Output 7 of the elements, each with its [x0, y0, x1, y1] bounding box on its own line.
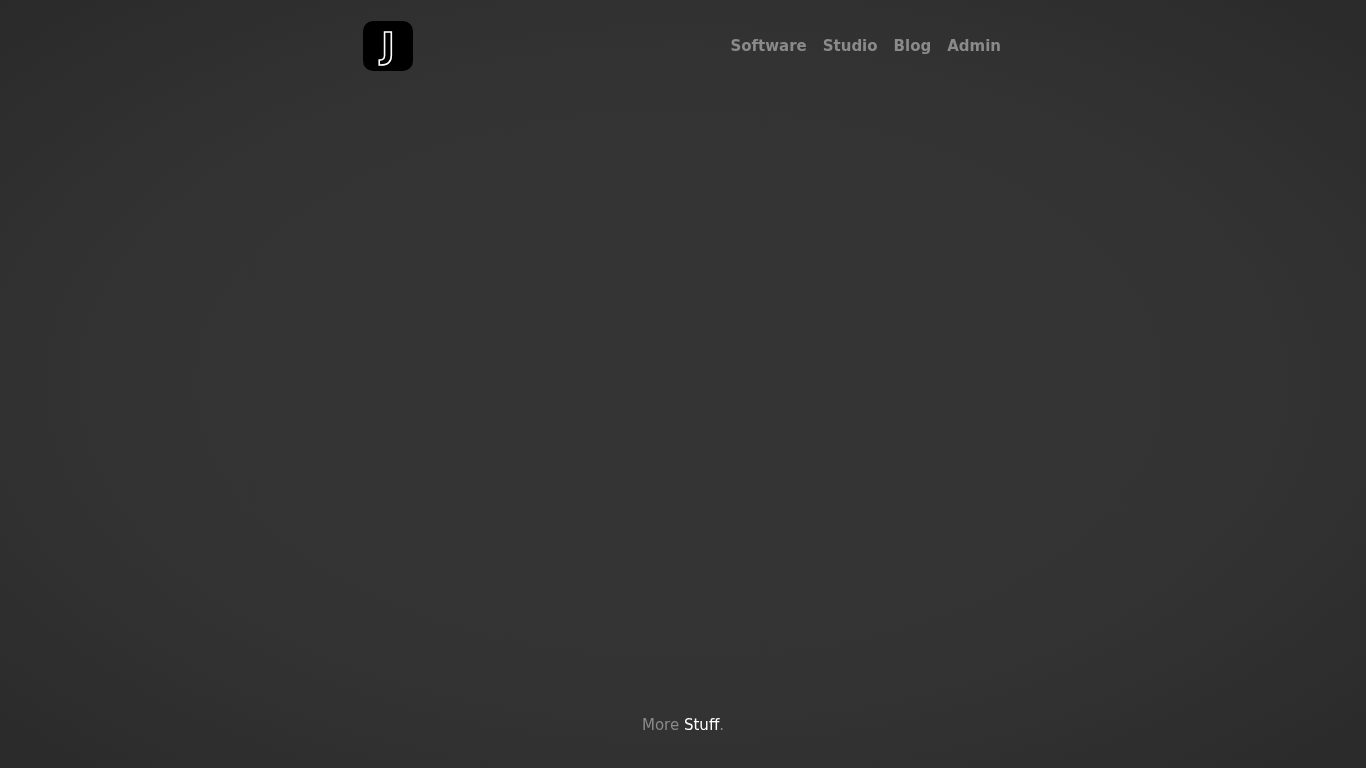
nav-link[interactable]: Studio: [822, 37, 878, 55]
logo[interactable]: J: [363, 21, 413, 71]
nav-link[interactable]: Admin: [947, 37, 1001, 55]
nav-link[interactable]: Blog: [893, 37, 932, 55]
nav-link[interactable]: Software: [730, 37, 807, 55]
footer-text: More Stuff.: [641, 716, 725, 734]
footer-link[interactable]: Stuff: [683, 716, 720, 734]
